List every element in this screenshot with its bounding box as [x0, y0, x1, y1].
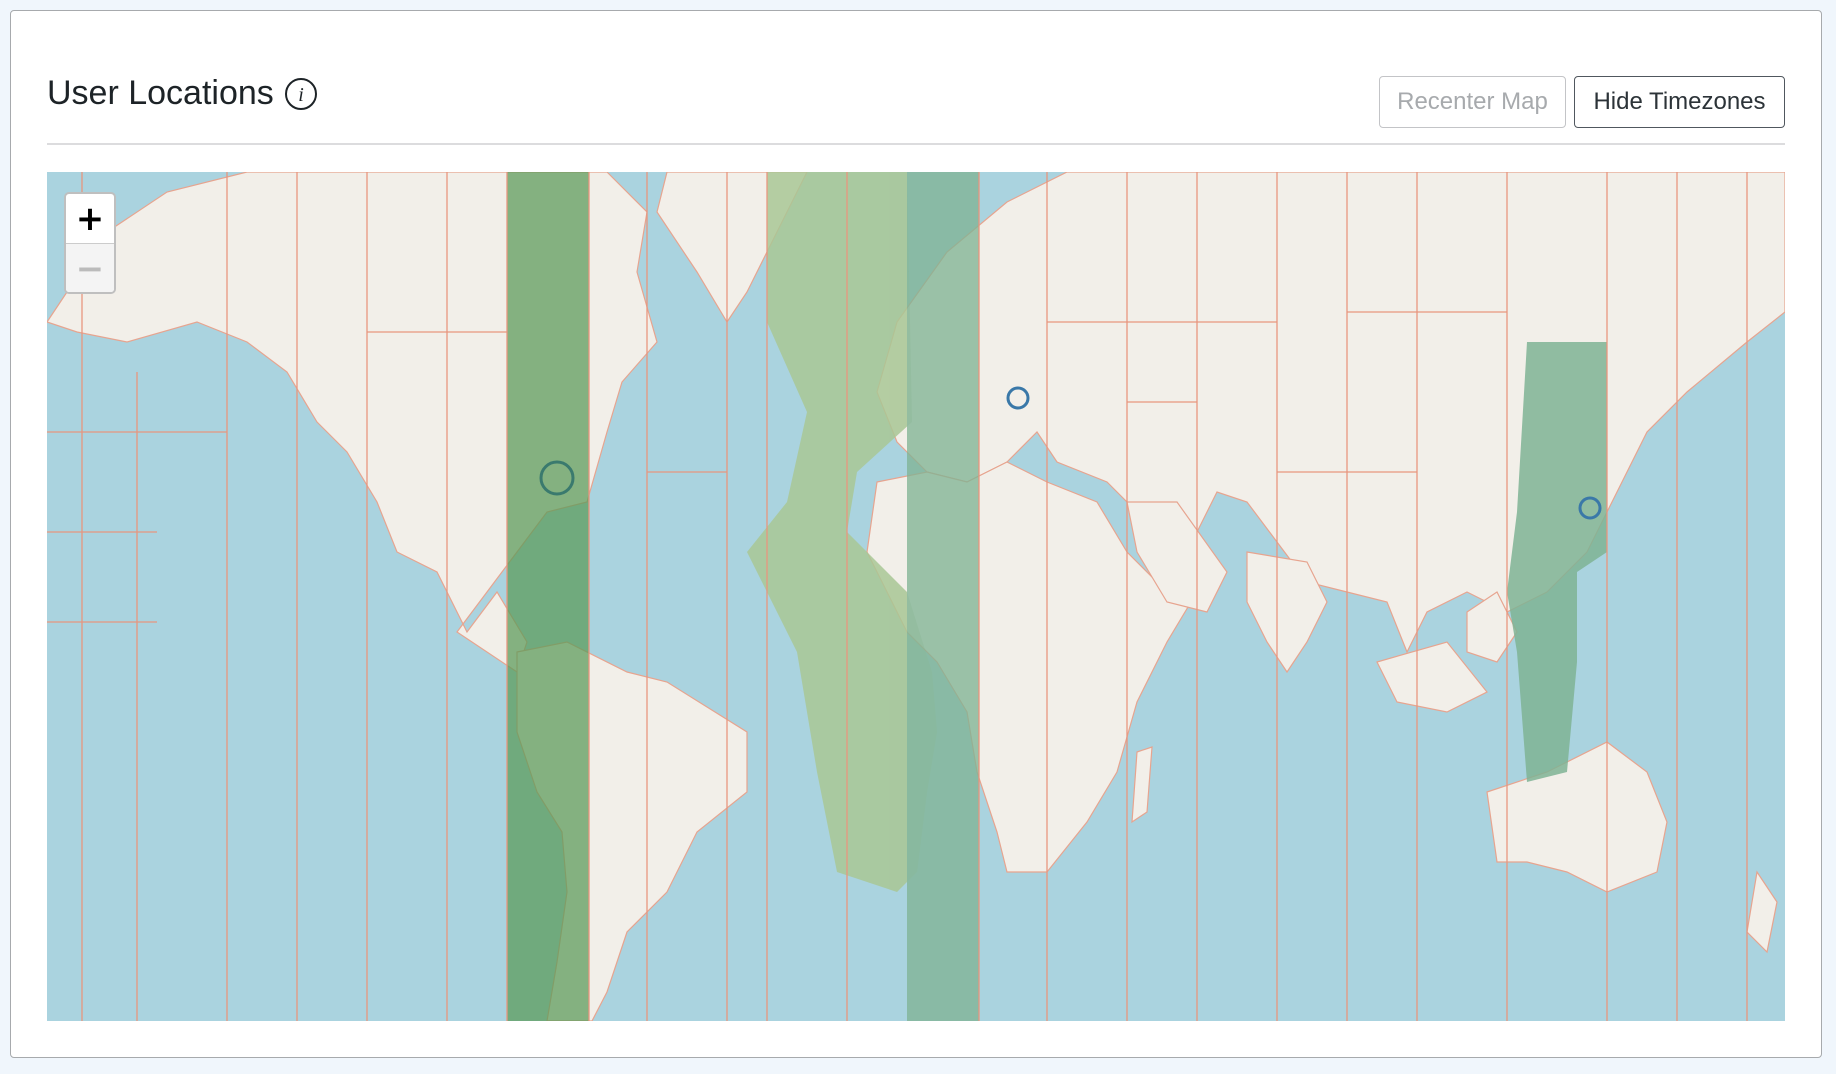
timezone-highlight-americas [507, 172, 589, 1021]
widget-title: User Locations [47, 74, 274, 112]
widget-header: User Locations i [47, 74, 318, 113]
svg-text:i: i [298, 84, 304, 106]
hide-timezones-button[interactable]: Hide Timezones [1574, 76, 1785, 128]
world-map[interactable]: + − [47, 172, 1785, 1021]
zoom-control: + − [64, 192, 116, 294]
zoom-in-button[interactable]: + [66, 194, 114, 244]
map-canvas[interactable] [47, 172, 1785, 1021]
zoom-out-button[interactable]: − [66, 244, 114, 292]
timezone-highlight-europe-africa [747, 172, 979, 1021]
info-circle-icon[interactable]: i [284, 77, 318, 111]
recenter-map-button[interactable]: Recenter Map [1379, 76, 1566, 128]
header-divider [47, 143, 1785, 145]
